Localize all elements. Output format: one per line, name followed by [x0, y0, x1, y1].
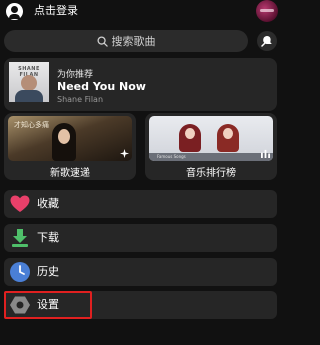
search-icon [96, 35, 108, 47]
menu-item-label: 历史 [37, 265, 59, 278]
song-artist: Shane Filan [57, 95, 104, 104]
search-bar[interactable]: 搜索歌曲 [4, 30, 248, 52]
voice-assistant-button[interactable] [257, 31, 277, 51]
menu-item-favorites[interactable]: 收藏 [4, 190, 277, 218]
download-icon [12, 229, 28, 247]
charts-cover-text: Famous Songs [149, 153, 273, 161]
new-songs-cover: 才知心多痛 [8, 116, 132, 161]
menu-item-label: 下载 [37, 231, 59, 244]
bars-icon [261, 149, 270, 158]
new-songs-label: 新歌速递 [50, 168, 90, 179]
menu-item-label: 收藏 [37, 197, 59, 210]
charts-cover: Famous Songs [149, 116, 273, 161]
charts-label: 音乐排行榜 [186, 168, 236, 179]
menu-item-downloads[interactable]: 下载 [4, 224, 277, 252]
charts-card[interactable]: Famous Songs 音乐排行榜 [145, 113, 277, 180]
album-cover[interactable]: SHANE FILAN [9, 62, 49, 102]
recommend-tag: 为你推荐 [57, 70, 94, 80]
heart-icon [10, 195, 30, 212]
selection-highlight [4, 291, 92, 319]
search-placeholder: 搜索歌曲 [111, 35, 156, 48]
new-songs-cover-text: 才知心多痛 [14, 121, 49, 129]
clock-icon [10, 262, 30, 282]
menu-item-history[interactable]: 历史 [4, 258, 277, 286]
avatar[interactable] [256, 0, 278, 22]
song-title[interactable]: Need You Now [57, 80, 146, 93]
new-songs-card[interactable]: 才知心多痛 新歌速递 [4, 113, 136, 180]
voice-assistant-icon [261, 36, 272, 47]
sparkle-icon [120, 149, 129, 158]
user-icon[interactable] [6, 3, 23, 20]
login-link[interactable]: 点击登录 [34, 4, 78, 18]
